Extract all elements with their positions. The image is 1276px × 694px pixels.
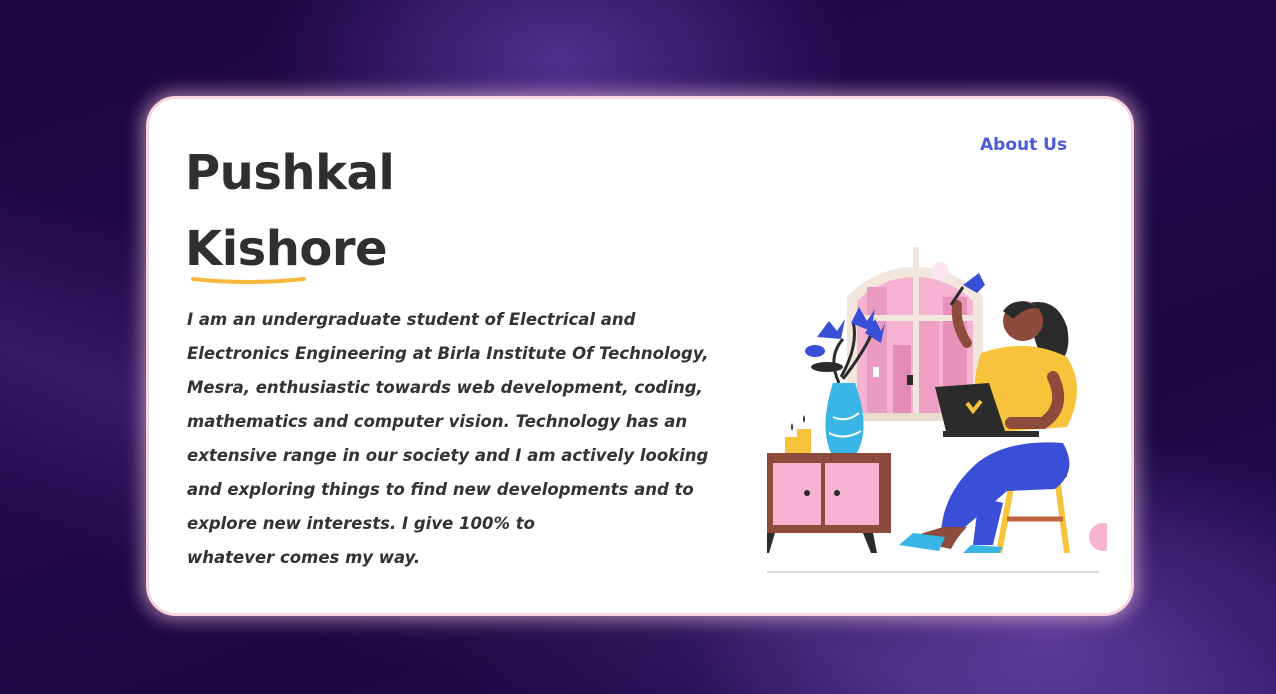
- name-last: Kishore: [185, 221, 388, 277]
- name-first: Pushkal: [185, 145, 395, 201]
- about-us-link[interactable]: About Us: [980, 135, 1067, 155]
- woman-with-laptop-illustration-icon: [767, 247, 1107, 573]
- underline-accent-icon: [191, 277, 306, 284]
- profile-card: About Us Pushkal Kishore I am an undergr…: [146, 96, 1134, 616]
- bio-paragraph: I am an undergraduate student of Electri…: [187, 310, 709, 567]
